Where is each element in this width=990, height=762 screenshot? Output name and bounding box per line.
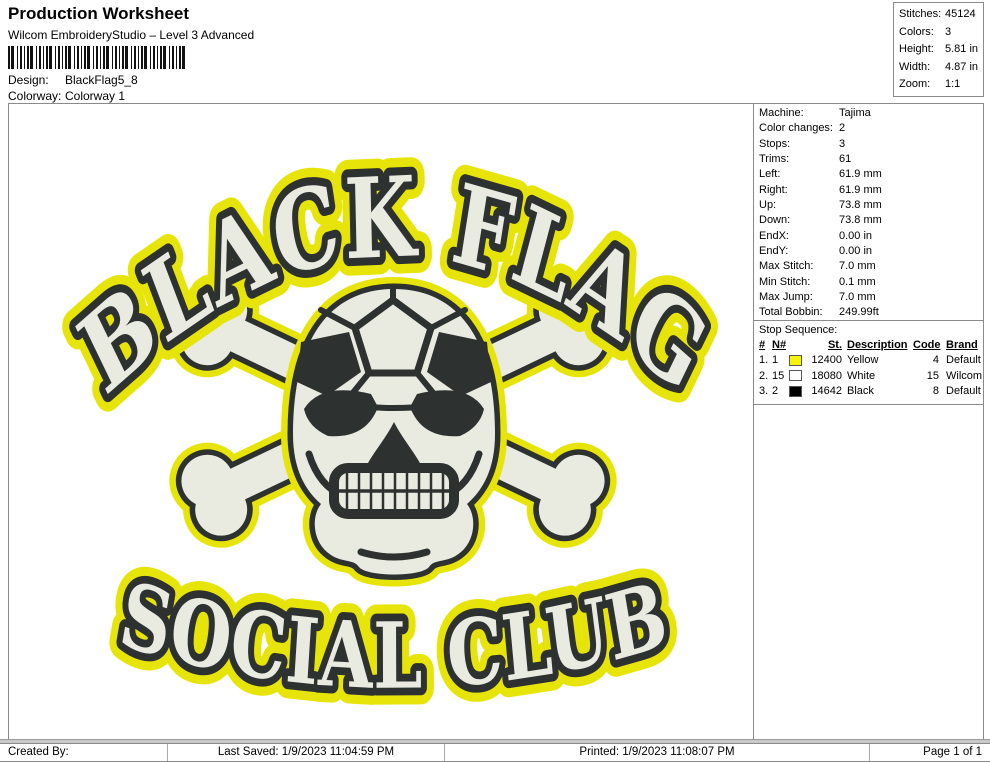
machine-info-value: 61 xyxy=(839,153,852,166)
machine-info-value: 7.0 mm xyxy=(839,260,876,273)
page-title: Production Worksheet xyxy=(8,4,190,23)
barcode xyxy=(8,46,185,69)
machine-info-value: 73.8 mm xyxy=(839,214,882,227)
stats-value: 4.87 in xyxy=(945,60,979,73)
design-label: Design: xyxy=(8,73,49,87)
design-name-row: Design: BlackFlag5_8 xyxy=(8,73,138,87)
stop-sequence-header: # N# St. Description Code Brand xyxy=(759,339,978,351)
stats-value: 5.81 in xyxy=(945,43,979,56)
machine-info-label: EndX: xyxy=(759,229,789,242)
printed-timestamp: Printed: 1/9/2023 11:08:07 PM xyxy=(445,744,870,761)
machine-info-row: Color changes: 2 xyxy=(759,121,983,136)
stop-sequence-panel: Stop Sequence: # N# St. Description Code Bran… xyxy=(754,321,983,405)
machine-info-row: Left: 61.9 mm xyxy=(759,167,983,182)
thread-color-swatch xyxy=(789,370,802,382)
stats-value: 45124 xyxy=(945,8,976,20)
footer: Created By: Last Saved: 1/9/2023 11:04:5… xyxy=(0,739,990,762)
stats-row: Zoom: 1:1 xyxy=(899,76,983,94)
stop-sequence-title: Stop Sequence: xyxy=(759,324,838,336)
machine-info-value: 7.0 mm xyxy=(839,291,876,304)
stats-label: Stitches: xyxy=(899,8,942,20)
stop-sequence-rows: 1. 1 12400 Yellow 4 Default 2. 15 18080 White 15 W… xyxy=(759,353,983,399)
machine-info-row: Machine: Tajima xyxy=(759,106,983,121)
machine-info-label: Max Jump: xyxy=(759,291,813,304)
machine-info-row: Up: 73.8 mm xyxy=(759,198,983,213)
machine-info-value: 73.8 mm xyxy=(839,199,882,212)
machine-info-row: Right: 61.9 mm xyxy=(759,183,983,198)
colorway-value: Colorway 1 xyxy=(65,89,126,103)
machine-info-label: Down: xyxy=(759,214,791,227)
machine-info-row: Total Bobbin: 249.99ft xyxy=(759,305,983,320)
stats-row: Width: 4.87 in xyxy=(899,59,983,77)
embroidery-artwork: BLACK FLAG BLACK FLAG BLACK FLAG SOCIAL … xyxy=(48,137,739,725)
thread-color-swatch xyxy=(789,354,802,366)
mouth xyxy=(329,463,459,519)
stop-sequence-row: 1. 1 12400 Yellow 4 Default xyxy=(759,354,981,367)
machine-info-label: EndY: xyxy=(759,245,789,258)
stats-label: Zoom: xyxy=(899,78,931,91)
machine-info-value: 2 xyxy=(839,122,846,135)
machine-info-value: 61.9 mm xyxy=(839,168,882,181)
stop-sequence-row: 2. 15 18080 White 15 Wilcom xyxy=(759,369,983,382)
stats-row: Height: 5.81 in xyxy=(899,41,983,59)
stats-row: Stitches: 45124 xyxy=(899,6,983,24)
machine-info-value: 3 xyxy=(839,137,846,150)
page-indicator: Page 1 of 1 xyxy=(923,746,982,758)
colorway-row: Colorway: Colorway 1 xyxy=(8,89,125,103)
machine-info-label: Stops: xyxy=(759,137,791,150)
machine-info-row: Min Stitch: 0.1 mm xyxy=(759,275,983,290)
skull-icon xyxy=(293,288,495,575)
colorway-label: Colorway: xyxy=(8,89,62,103)
machine-info-row: Trims: 61 xyxy=(759,152,983,167)
stats-value: 3 xyxy=(945,25,952,38)
machine-info-value: 0.1 mm xyxy=(839,275,876,288)
design-canvas: BLACK FLAG BLACK FLAG BLACK FLAG SOCIAL … xyxy=(8,103,754,743)
machine-info-panel: Machine: Tajima Color changes: 2 Stops: 3 T… xyxy=(754,104,983,321)
machine-info-row: Down: 73.8 mm xyxy=(759,213,983,228)
machine-info-label: Total Bobbin: xyxy=(759,306,823,319)
machine-info-label: Trims: xyxy=(759,153,790,166)
created-by: Created By: xyxy=(0,744,168,761)
stats-label: Colors: xyxy=(899,25,934,38)
machine-info-row: Max Jump: 7.0 mm xyxy=(759,290,983,305)
machine-info-value: 249.99ft xyxy=(839,306,879,319)
machine-info-value: 0.00 in xyxy=(839,245,873,258)
info-panel: Machine: Tajima Color changes: 2 Stops: 3 T… xyxy=(753,103,984,743)
machine-info-label: Machine: xyxy=(759,107,804,119)
thread-color-swatch xyxy=(789,385,802,397)
last-saved: Last Saved: 1/9/2023 11:04:59 PM xyxy=(168,744,445,761)
design-value: BlackFlag5_8 xyxy=(65,73,138,87)
machine-info-label: Max Stitch: xyxy=(759,260,814,273)
stats-row: Colors: 3 xyxy=(899,24,983,42)
machine-info-row: Stops: 3 xyxy=(759,137,983,152)
machine-info-value: 0.00 in xyxy=(839,229,873,242)
machine-info-label: Color changes: xyxy=(759,122,833,135)
machine-info-label: Left: xyxy=(759,168,781,181)
design-stats-panel: Stitches: 45124 Colors: 3 Height: 5.81 in W… xyxy=(893,2,984,97)
app-subtitle: Wilcom EmbroideryStudio – Level 3 Advanc… xyxy=(8,28,255,42)
machine-info-row: Max Stitch: 7.0 mm xyxy=(759,259,983,274)
machine-info-label: Up: xyxy=(759,199,777,212)
machine-info-value: Tajima xyxy=(839,107,871,119)
machine-info-row: EndX: 0.00 in xyxy=(759,229,983,244)
machine-info-label: Min Stitch: xyxy=(759,275,811,288)
stats-label: Width: xyxy=(899,60,931,73)
machine-info-label: Right: xyxy=(759,183,788,196)
stop-sequence-row: 3. 2 14642 Black 8 Default xyxy=(759,385,981,398)
machine-info-value: 61.9 mm xyxy=(839,183,882,196)
stats-label: Height: xyxy=(899,43,934,56)
stats-value: 1:1 xyxy=(945,78,961,91)
machine-info-row: EndY: 0.00 in xyxy=(759,244,983,259)
